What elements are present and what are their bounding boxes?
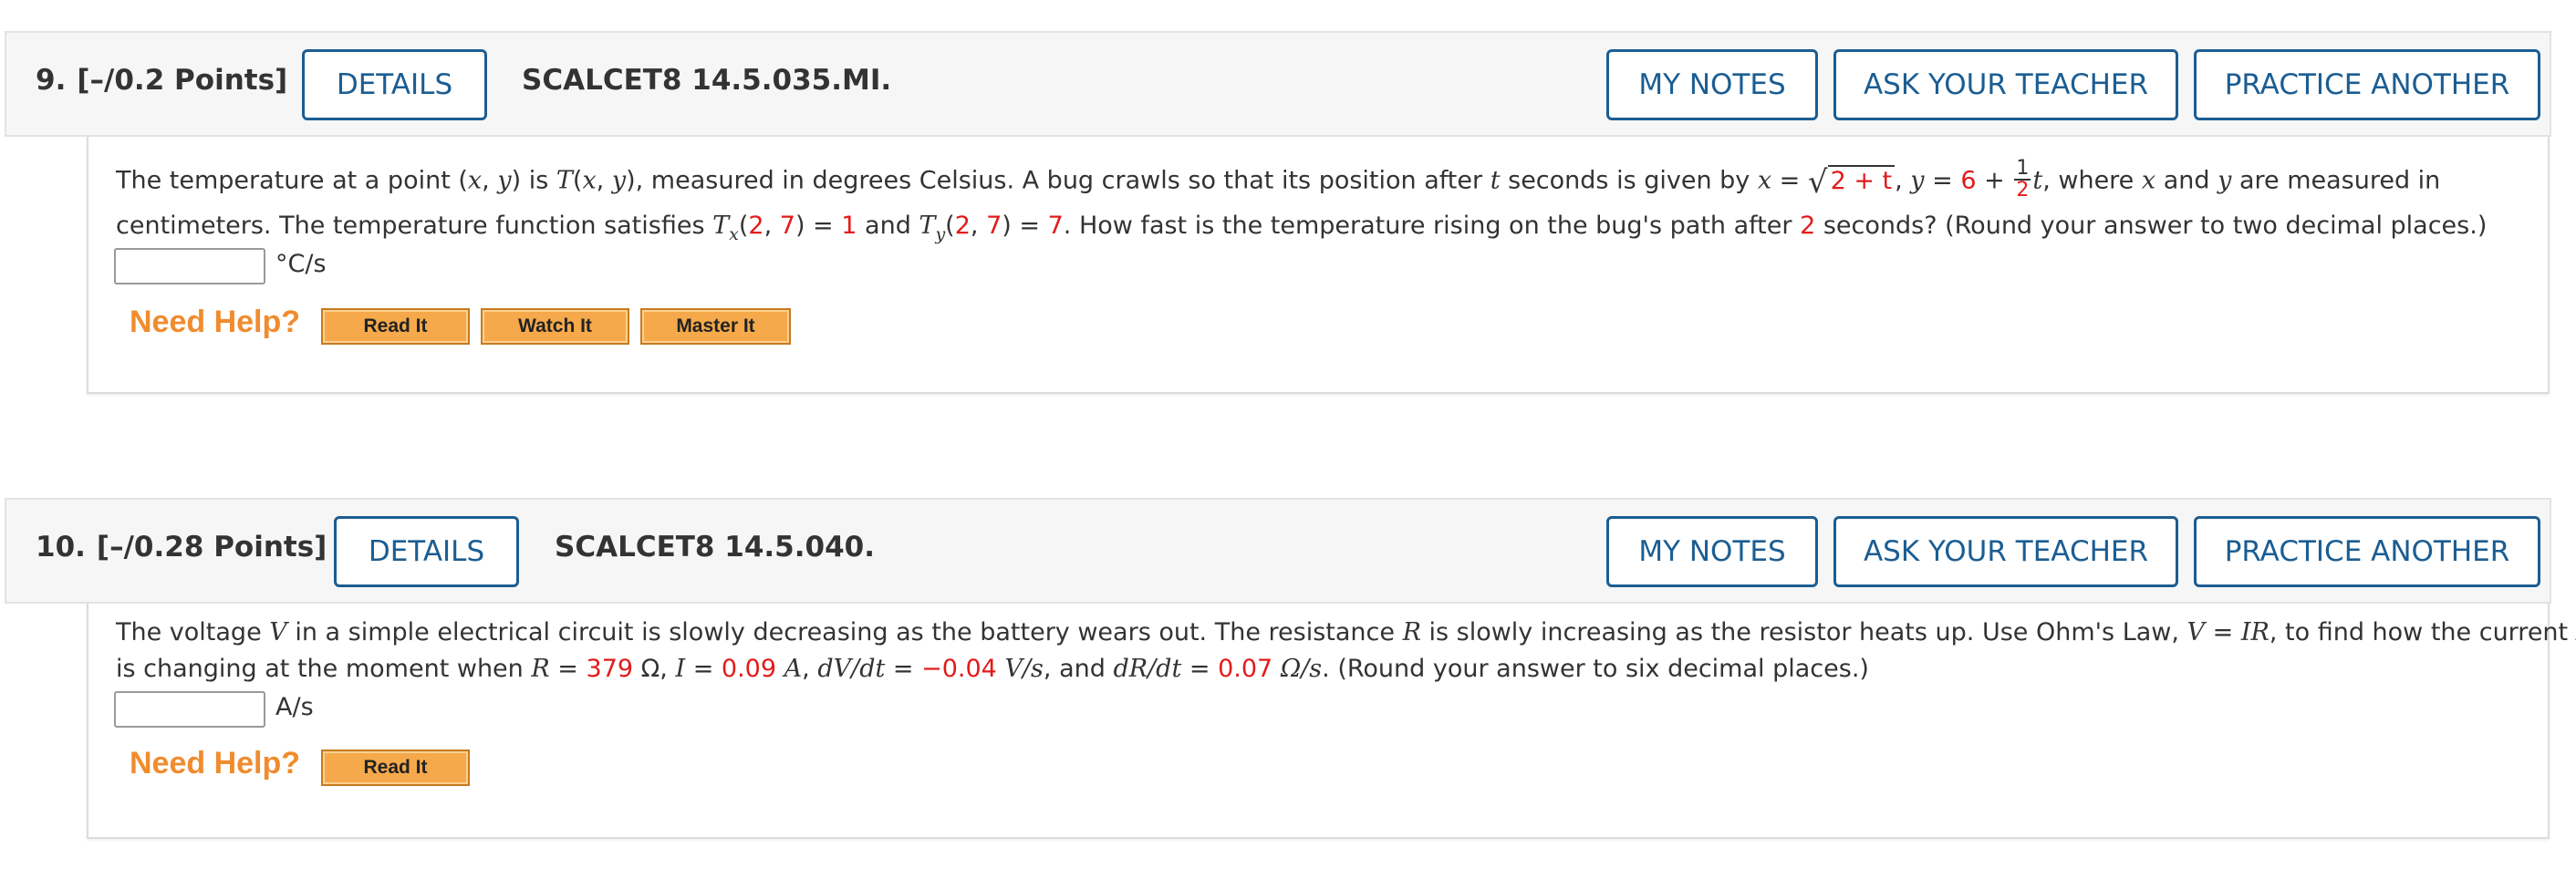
practice-another-button[interactable]: PRACTICE ANOTHER: [2194, 516, 2540, 587]
question-body: The temperature at a point (x, y) is T(x…: [87, 137, 2550, 394]
question-number: 10. [–/0.28 Points]: [36, 531, 327, 564]
master-it-button[interactable]: Master It: [640, 308, 791, 345]
details-button[interactable]: DETAILS: [334, 516, 519, 587]
my-notes-button[interactable]: MY NOTES: [1606, 516, 1818, 587]
question-header: 9. [–/0.2 Points] DETAILS SCALCET8 14.5.0…: [5, 31, 2551, 137]
answer-input[interactable]: [114, 248, 265, 284]
question-text-line-1: The voltage V in a simple electrical cir…: [116, 618, 2576, 646]
question-code: SCALCET8 14.5.040.: [555, 531, 876, 564]
answer-input[interactable]: [114, 691, 265, 728]
need-help-label: Need Help?: [130, 746, 301, 781]
question-text-line-1: The temperature at a point (x, y) is T(x…: [116, 157, 2441, 202]
question-points: [–/0.2 Points]: [77, 64, 288, 97]
question-code: SCALCET8 14.5.035.MI.: [522, 64, 892, 97]
read-it-button[interactable]: Read It: [321, 750, 470, 786]
ask-your-teacher-button[interactable]: ASK YOUR TEACHER: [1833, 49, 2178, 120]
watch-it-button[interactable]: Watch It: [481, 308, 629, 345]
question-number: 9. [–/0.2 Points]: [36, 64, 288, 97]
details-button[interactable]: DETAILS: [302, 49, 487, 120]
question-10: 10. [–/0.28 Points] DETAILS SCALCET8 14.5…: [0, 498, 2576, 844]
question-header: 10. [–/0.28 Points] DETAILS SCALCET8 14.5…: [5, 498, 2551, 604]
read-it-button[interactable]: Read It: [321, 308, 470, 345]
question-points: [–/0.28 Points]: [96, 531, 327, 564]
practice-another-button[interactable]: PRACTICE ANOTHER: [2194, 49, 2540, 120]
need-help-label: Need Help?: [130, 305, 301, 339]
question-body: The voltage V in a simple electrical cir…: [87, 604, 2576, 839]
answer-unit: °C/s: [275, 250, 327, 278]
question-text-line-2: is changing at the moment when R = 379 Ω…: [116, 655, 1869, 683]
fraction: 12: [2014, 157, 2031, 202]
square-root: √ 2 + t: [1808, 164, 1896, 201]
question-9: 9. [–/0.2 Points] DETAILS SCALCET8 14.5.0…: [0, 31, 2554, 396]
my-notes-button[interactable]: MY NOTES: [1606, 49, 1818, 120]
answer-unit: A/s: [275, 693, 314, 721]
ask-your-teacher-button[interactable]: ASK YOUR TEACHER: [1833, 516, 2178, 587]
question-text-line-2: centimeters. The temperature function sa…: [116, 212, 2488, 244]
